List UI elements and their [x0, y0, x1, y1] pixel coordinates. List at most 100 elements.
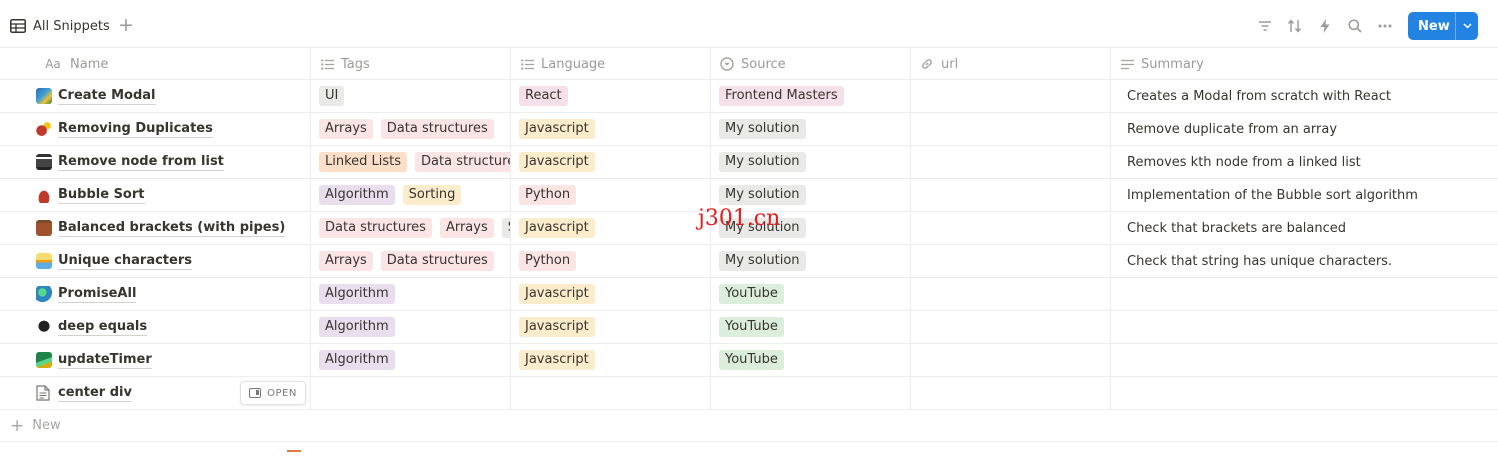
- cell-summary[interactable]: Remove duplicate from an array: [1111, 113, 1498, 145]
- cell-name[interactable]: Balanced brackets (with pipes): [0, 212, 311, 244]
- cell-tags[interactable]: Algorithm: [311, 278, 511, 310]
- cell-source[interactable]: My solution: [711, 113, 911, 145]
- cell-name[interactable]: updateTimer: [0, 344, 311, 376]
- cell-source[interactable]: YouTube: [711, 311, 911, 343]
- cell-url[interactable]: [911, 245, 1111, 277]
- cell-language[interactable]: Python: [511, 245, 711, 277]
- table-row[interactable]: PromiseAll Algorithm Javascript YouTube: [0, 278, 1498, 311]
- cell-summary[interactable]: [1111, 311, 1498, 343]
- cell-language[interactable]: React: [511, 80, 711, 112]
- search-icon[interactable]: [1344, 15, 1366, 37]
- cell-name[interactable]: Removing Duplicates: [0, 113, 311, 145]
- cell-url[interactable]: [911, 113, 1111, 145]
- cell-url[interactable]: [911, 377, 1111, 409]
- cell-tags[interactable]: Data structures Arrays St: [311, 212, 511, 244]
- row-title[interactable]: Balanced brackets (with pipes): [58, 219, 286, 237]
- cell-language[interactable]: [511, 377, 711, 409]
- cell-tags[interactable]: UI: [311, 80, 511, 112]
- cell-url[interactable]: [911, 278, 1111, 310]
- cell-tags[interactable]: [311, 377, 511, 409]
- cell-summary[interactable]: Check that string has unique characters.: [1111, 245, 1498, 277]
- row-title[interactable]: center div: [58, 384, 132, 402]
- cell-url[interactable]: [911, 146, 1111, 178]
- column-header-url[interactable]: url: [911, 48, 1111, 80]
- cell-language[interactable]: Javascript: [511, 278, 711, 310]
- tag: My solution: [719, 119, 806, 139]
- row-title[interactable]: Create Modal: [58, 87, 156, 105]
- cell-language[interactable]: Javascript: [511, 113, 711, 145]
- cell-summary[interactable]: Removes kth node from a linked list: [1111, 146, 1498, 178]
- cell-url[interactable]: [911, 344, 1111, 376]
- tag: My solution: [719, 251, 806, 271]
- table-row[interactable]: center div OPEN: [0, 377, 1498, 410]
- open-label: OPEN: [267, 387, 297, 399]
- column-header-summary[interactable]: Summary: [1111, 48, 1498, 80]
- cell-source[interactable]: My solution: [711, 146, 911, 178]
- column-header-source[interactable]: Source: [711, 48, 911, 80]
- cell-summary[interactable]: Check that brackets are balanced: [1111, 212, 1498, 244]
- tag: Linked Lists: [319, 152, 408, 172]
- table-row[interactable]: Removing Duplicates Arrays Data structures…: [0, 113, 1498, 146]
- add-row-button[interactable]: + New: [0, 410, 1498, 442]
- cell-url[interactable]: [911, 80, 1111, 112]
- add-view-plus-icon[interactable]: +: [118, 14, 134, 36]
- row-title[interactable]: Removing Duplicates: [58, 120, 213, 138]
- tag: Arrays: [439, 218, 494, 238]
- table-row[interactable]: deep equals Algorithm Javascript YouTube: [0, 311, 1498, 344]
- row-title[interactable]: Unique characters: [58, 252, 192, 270]
- cell-name[interactable]: Unique characters: [0, 245, 311, 277]
- row-title[interactable]: PromiseAll: [58, 285, 137, 303]
- cell-summary[interactable]: [1111, 344, 1498, 376]
- cell-url[interactable]: [911, 212, 1111, 244]
- cell-language[interactable]: Javascript: [511, 344, 711, 376]
- cell-language[interactable]: Javascript: [511, 311, 711, 343]
- chevron-down-icon[interactable]: [1456, 21, 1478, 32]
- row-title[interactable]: Remove node from list: [58, 153, 224, 171]
- cell-tags[interactable]: Algorithm: [311, 344, 511, 376]
- lightning-icon[interactable]: [1314, 15, 1336, 37]
- column-header-language[interactable]: Language: [511, 48, 711, 80]
- cell-language[interactable]: Python: [511, 179, 711, 211]
- cell-tags[interactable]: Arrays Data structures: [311, 245, 511, 277]
- list-icon: [520, 57, 534, 71]
- cell-summary[interactable]: Implementation of the Bubble sort algori…: [1111, 179, 1498, 211]
- new-button[interactable]: New: [1408, 12, 1478, 40]
- row-title[interactable]: deep equals: [58, 318, 148, 336]
- cell-name[interactable]: center div OPEN: [0, 377, 311, 409]
- cell-source[interactable]: My solution: [711, 245, 911, 277]
- column-header-name[interactable]: Aa Name: [0, 48, 311, 80]
- cell-source[interactable]: [711, 377, 911, 409]
- cell-tags[interactable]: Linked Lists Data structures: [311, 146, 511, 178]
- cell-tags[interactable]: Algorithm Sorting: [311, 179, 511, 211]
- more-icon[interactable]: [1374, 15, 1396, 37]
- cell-source[interactable]: YouTube: [711, 344, 911, 376]
- cell-summary[interactable]: [1111, 377, 1498, 409]
- cell-tags[interactable]: Arrays Data structures: [311, 113, 511, 145]
- row-title[interactable]: Bubble Sort: [58, 186, 145, 204]
- table-row[interactable]: updateTimer Algorithm Javascript YouTube: [0, 344, 1498, 377]
- open-page-button[interactable]: OPEN: [240, 381, 306, 405]
- table-row[interactable]: Unique characters Arrays Data structures Py…: [0, 245, 1498, 278]
- filter-icon[interactable]: [1254, 15, 1276, 37]
- cell-name[interactable]: Create Modal: [0, 80, 311, 112]
- cell-name[interactable]: Remove node from list: [0, 146, 311, 178]
- row-title[interactable]: updateTimer: [58, 351, 152, 369]
- cell-language[interactable]: Javascript: [511, 212, 711, 244]
- cell-name[interactable]: Bubble Sort: [0, 179, 311, 211]
- view-tab-all-snippets[interactable]: All Snippets: [10, 16, 110, 36]
- cell-summary[interactable]: [1111, 278, 1498, 310]
- cell-source[interactable]: YouTube: [711, 278, 911, 310]
- sort-icon[interactable]: [1284, 15, 1306, 37]
- tag: YouTube: [719, 317, 784, 337]
- table-row[interactable]: Remove node from list Linked Lists Data st…: [0, 146, 1498, 179]
- cell-source[interactable]: Frontend Masters: [711, 80, 911, 112]
- cell-tags[interactable]: Algorithm: [311, 311, 511, 343]
- cell-name[interactable]: deep equals: [0, 311, 311, 343]
- column-header-tags[interactable]: Tags: [311, 48, 511, 80]
- cell-name[interactable]: PromiseAll: [0, 278, 311, 310]
- cell-summary[interactable]: Creates a Modal from scratch with React: [1111, 80, 1498, 112]
- cell-url[interactable]: [911, 179, 1111, 211]
- cell-language[interactable]: Javascript: [511, 146, 711, 178]
- cell-url[interactable]: [911, 311, 1111, 343]
- table-row[interactable]: Create Modal UI React Frontend Masters Creat…: [0, 80, 1498, 113]
